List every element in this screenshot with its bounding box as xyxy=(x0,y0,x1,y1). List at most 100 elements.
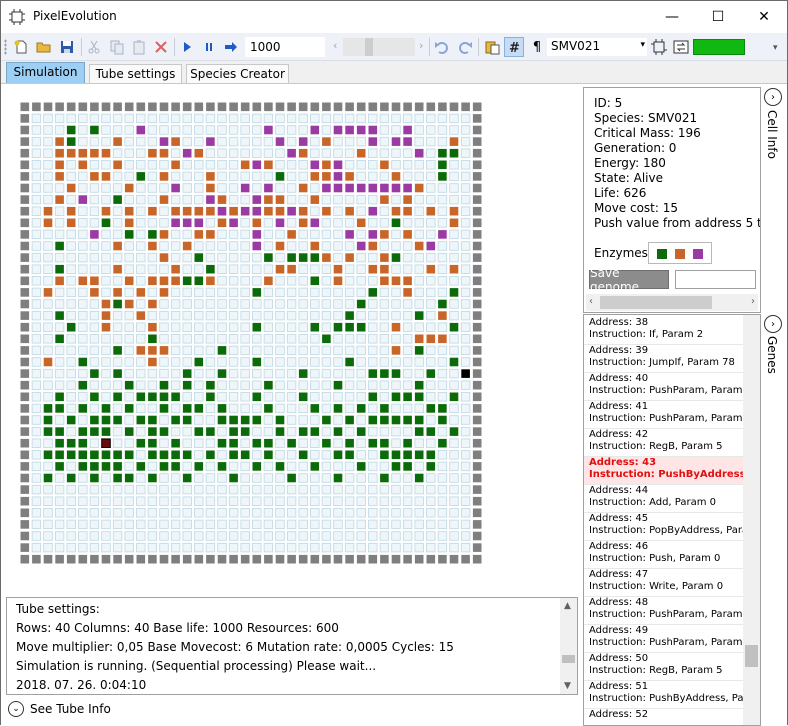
cell-empty[interactable] xyxy=(66,357,76,367)
cell-green[interactable] xyxy=(252,357,262,367)
cell-wall[interactable] xyxy=(229,554,238,564)
cell-empty[interactable] xyxy=(228,357,239,367)
cell-empty[interactable] xyxy=(89,403,100,414)
cell-green[interactable] xyxy=(113,369,122,378)
cell-empty[interactable] xyxy=(101,194,111,205)
cell-empty[interactable] xyxy=(194,264,204,274)
cell-empty[interactable] xyxy=(275,113,285,124)
cell-empty[interactable] xyxy=(240,322,250,332)
cell-empty[interactable] xyxy=(240,496,250,506)
cell-green[interactable] xyxy=(113,415,122,425)
cell-empty[interactable] xyxy=(356,310,366,321)
cell-empty[interactable] xyxy=(31,218,42,228)
cell-orange[interactable] xyxy=(403,276,412,286)
cell-empty[interactable] xyxy=(252,113,262,124)
cell-orange[interactable] xyxy=(136,346,146,355)
cell-wall[interactable] xyxy=(426,554,436,564)
cell-green[interactable] xyxy=(449,392,459,402)
cell-wall[interactable] xyxy=(206,554,215,564)
cell-empty[interactable] xyxy=(437,322,448,332)
cell-empty[interactable] xyxy=(66,287,76,298)
cell-empty[interactable] xyxy=(391,229,401,240)
cell-empty[interactable] xyxy=(460,531,471,541)
cell-empty[interactable] xyxy=(170,403,181,414)
cell-empty[interactable] xyxy=(240,287,250,298)
cell-empty[interactable] xyxy=(31,310,42,321)
cell-empty[interactable] xyxy=(391,160,401,170)
cell-green[interactable] xyxy=(217,404,227,413)
cell-empty[interactable] xyxy=(205,484,216,495)
cell-empty[interactable] xyxy=(460,380,471,390)
cell-green[interactable] xyxy=(414,415,424,425)
cell-empty[interactable] xyxy=(228,322,239,332)
play-icon[interactable] xyxy=(177,37,197,57)
cell-green[interactable] xyxy=(136,172,146,181)
cell-empty[interactable] xyxy=(136,148,146,158)
cell-empty[interactable] xyxy=(112,519,123,530)
cell-empty[interactable] xyxy=(240,276,250,286)
cell-empty[interactable] xyxy=(66,380,76,390)
cell-wall[interactable] xyxy=(20,450,30,460)
cell-wall[interactable] xyxy=(472,438,482,448)
cell-empty[interactable] xyxy=(460,310,471,321)
cell-empty[interactable] xyxy=(205,496,216,506)
cell-wall[interactable] xyxy=(20,380,30,390)
cell-wall[interactable] xyxy=(217,554,227,564)
cell-green[interactable] xyxy=(194,462,204,471)
cell-empty[interactable] xyxy=(31,171,42,182)
cell-empty[interactable] xyxy=(66,194,76,205)
cell-orange[interactable] xyxy=(78,160,88,170)
cell-orange[interactable] xyxy=(113,241,122,251)
cell-empty[interactable] xyxy=(426,171,436,182)
cell-empty[interactable] xyxy=(414,519,424,530)
cell-empty[interactable] xyxy=(286,461,297,472)
cell-empty[interactable] xyxy=(379,206,390,216)
cell-orange[interactable] xyxy=(90,276,99,286)
cell-empty[interactable] xyxy=(240,392,250,402)
cell-empty[interactable] xyxy=(252,171,262,182)
cell-empty[interactable] xyxy=(31,403,42,414)
cell-purple[interactable] xyxy=(159,137,169,146)
cell-empty[interactable] xyxy=(449,171,459,182)
cell-empty[interactable] xyxy=(240,380,250,390)
cell-green[interactable] xyxy=(206,427,215,436)
cell-orange[interactable] xyxy=(43,288,53,297)
cell-wall[interactable] xyxy=(472,531,482,541)
cell-empty[interactable] xyxy=(449,380,459,390)
cell-green[interactable] xyxy=(345,438,354,448)
cell-empty[interactable] xyxy=(379,484,390,495)
cell-wall[interactable] xyxy=(252,102,262,112)
cell-empty[interactable] xyxy=(275,484,285,495)
cell-wall[interactable] xyxy=(20,531,30,541)
cell-empty[interactable] xyxy=(136,218,146,228)
cell-empty[interactable] xyxy=(391,403,401,414)
cell-empty[interactable] xyxy=(54,125,65,135)
cell-empty[interactable] xyxy=(66,461,76,472)
cell-empty[interactable] xyxy=(240,438,250,448)
cell-empty[interactable] xyxy=(147,484,158,495)
cell-empty[interactable] xyxy=(54,368,65,379)
cell-empty[interactable] xyxy=(194,519,204,530)
cell-empty[interactable] xyxy=(228,496,239,506)
scroll-left-icon[interactable]: ‹ xyxy=(589,296,593,307)
cell-green[interactable] xyxy=(368,288,378,297)
cell-orange[interactable] xyxy=(322,206,331,216)
cell-wall[interactable] xyxy=(472,253,482,262)
cell-empty[interactable] xyxy=(194,183,204,193)
cell-empty[interactable] xyxy=(78,252,88,263)
cell-empty[interactable] xyxy=(344,113,355,124)
cell-empty[interactable] xyxy=(194,334,204,344)
cell-empty[interactable] xyxy=(78,368,88,379)
cell-empty[interactable] xyxy=(31,426,42,437)
cell-empty[interactable] xyxy=(182,252,192,263)
cell-empty[interactable] xyxy=(426,125,436,135)
cell-empty[interactable] xyxy=(275,276,285,286)
cell-wall[interactable] xyxy=(438,102,447,112)
cell-empty[interactable] xyxy=(402,357,413,367)
cell-empty[interactable] xyxy=(321,241,332,251)
cell-orange[interactable] xyxy=(252,218,262,228)
cell-empty[interactable] xyxy=(460,542,471,553)
cell-wall[interactable] xyxy=(449,554,459,564)
cell-empty[interactable] xyxy=(426,194,436,205)
cell-empty[interactable] xyxy=(43,148,53,158)
